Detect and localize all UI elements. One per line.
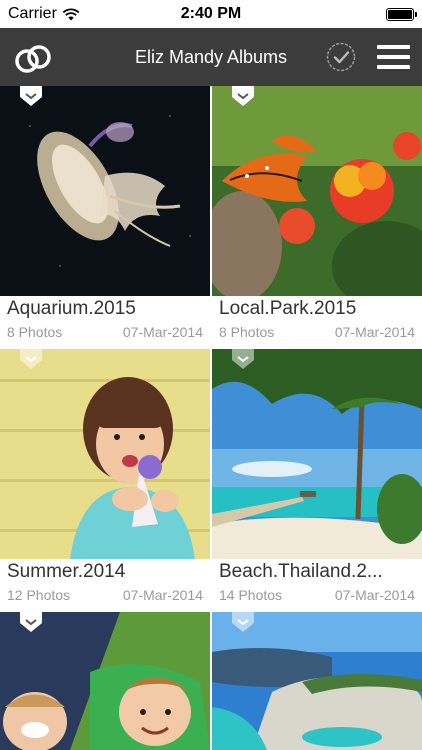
album-date: 07-Mar-2014 <box>334 324 415 340</box>
album-card[interactable]: Aquarium.2015 8 Photos 07-Mar-2014 <box>0 86 210 348</box>
album-cover-image[interactable] <box>0 349 210 559</box>
album-badge-icon <box>20 612 42 632</box>
album-card[interactable]: Local.Park.2015 8 Photos 07-Mar-2014 <box>212 86 422 348</box>
album-cover-image[interactable] <box>0 86 210 296</box>
album-date: 07-Mar-2014 <box>122 324 203 340</box>
album-badge-icon <box>20 349 42 369</box>
album-card[interactable]: Beach.Thailand.2... 14 Photos 07-Mar-201… <box>212 349 422 611</box>
linked-rings-logo-icon[interactable] <box>14 40 52 78</box>
wifi-icon <box>62 8 80 20</box>
album-card[interactable] <box>212 612 422 750</box>
page-title: Eliz Mandy Albums <box>134 47 288 67</box>
album-title: Beach.Thailand.2... <box>219 561 383 582</box>
album-card[interactable] <box>0 612 210 750</box>
album-cover-image[interactable] <box>212 612 422 750</box>
album-title: Local.Park.2015 <box>219 298 357 319</box>
album-title: Aquarium.2015 <box>7 298 136 319</box>
album-cover-image[interactable] <box>212 86 422 296</box>
hamburger-menu-icon[interactable] <box>377 45 410 69</box>
album-badge-icon <box>232 349 254 369</box>
album-cover-image[interactable] <box>0 612 210 750</box>
album-card[interactable]: Summer.2014 12 Photos 07-Mar-2014 <box>0 349 210 611</box>
battery-icon <box>386 7 417 21</box>
album-cover-image[interactable] <box>212 349 422 559</box>
album-photo-count: 8 Photos <box>219 324 275 340</box>
album-photo-count: 14 Photos <box>219 587 283 603</box>
album-badge-icon <box>232 612 254 632</box>
checkmark-circle-icon[interactable] <box>326 42 356 72</box>
album-grid: Aquarium.2015 8 Photos 07-Mar-2014 Local… <box>0 86 422 750</box>
album-photo-count: 12 Photos <box>7 587 71 603</box>
album-badge-icon <box>232 86 254 106</box>
album-photo-count: 8 Photos <box>7 324 63 340</box>
album-date: 07-Mar-2014 <box>334 587 415 603</box>
nav-bar: Eliz Mandy Albums <box>0 28 422 86</box>
carrier-label: Carrier <box>8 5 57 22</box>
status-bar: Carrier 2:40 PM <box>0 0 422 28</box>
album-date: 07-Mar-2014 <box>122 587 203 603</box>
album-badge-icon <box>20 86 42 106</box>
album-title: Summer.2014 <box>7 561 126 582</box>
